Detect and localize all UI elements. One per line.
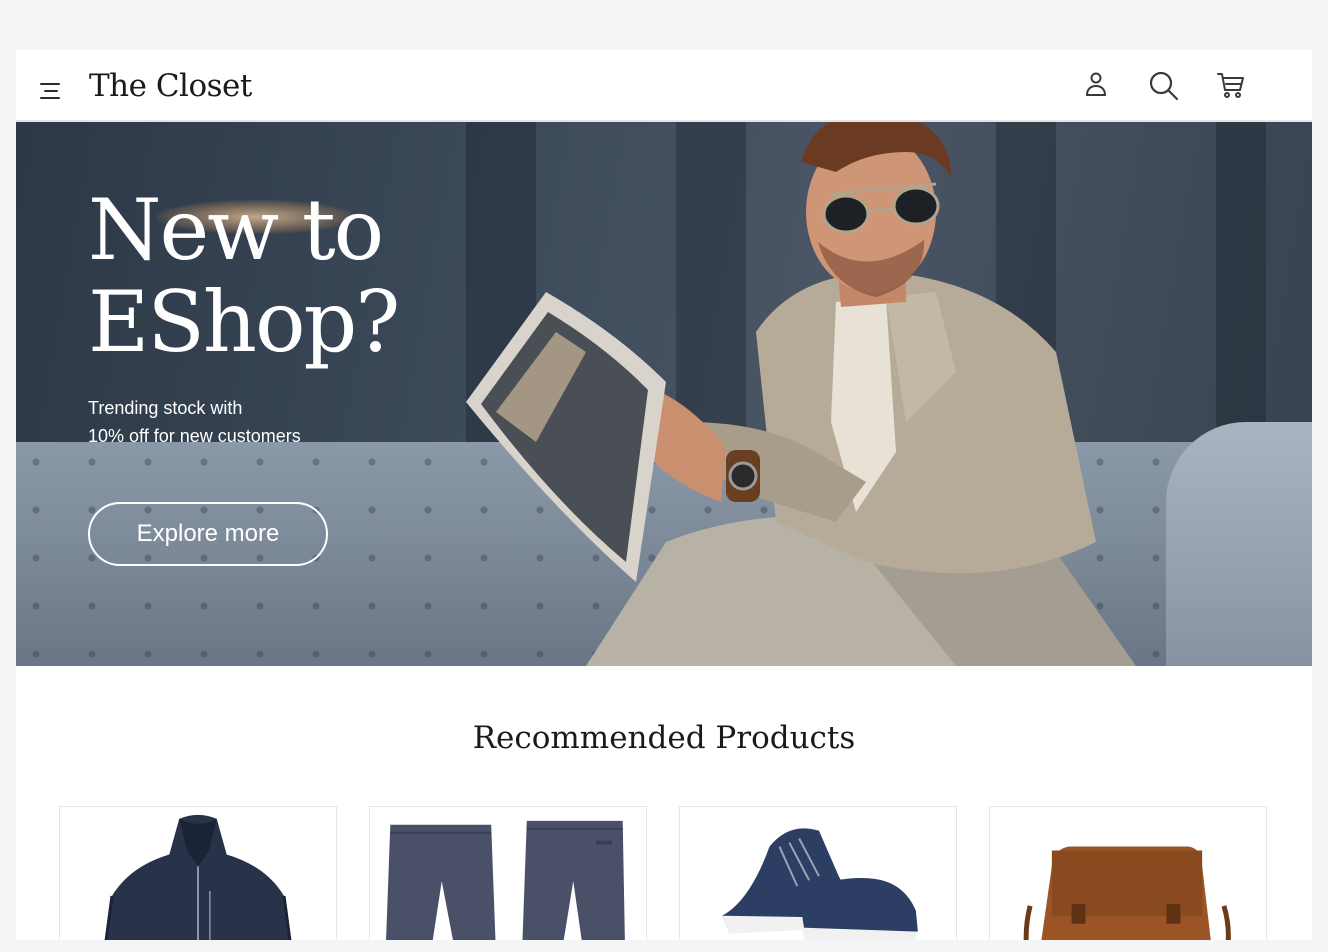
hero-title-line1: New to [88,181,384,279]
page-frame: The Closet New to EShop? Trending stock … [16,50,1312,940]
jacket-image [104,814,292,940]
sofa-arm [1166,422,1312,666]
search-icon[interactable] [1146,68,1180,102]
site-header: The Closet [16,50,1312,122]
recommended-products-title: Recommended Products [472,720,856,756]
product-card-sneakers[interactable] [679,806,957,940]
hero-subtitle: Trending stock with 10% off for new cust… [88,394,408,450]
wall-panel [1216,122,1266,452]
hero-subtitle-line2: 10% off for new customers [88,426,301,446]
cart-icon[interactable] [1214,68,1248,102]
sneakers-image [722,828,918,940]
brand-logo[interactable]: The Closet [89,68,252,104]
hero-subtitle-line1: Trending stock with [88,398,243,418]
user-icon[interactable] [1079,68,1113,102]
trousers-image [386,820,625,940]
hero-model-image [436,122,1156,666]
product-card-jacket[interactable] [59,806,337,940]
bag-image [1023,846,1231,940]
hero-banner: New to EShop? Trending stock with 10% of… [16,122,1312,666]
product-card-bag[interactable] [989,806,1267,940]
menu-icon[interactable] [40,81,62,101]
hero-title: New to EShop? [88,181,400,371]
hero-title-line2: EShop? [88,273,400,371]
product-card-trousers[interactable] [369,806,647,940]
explore-more-button[interactable]: Explore more [88,502,328,566]
